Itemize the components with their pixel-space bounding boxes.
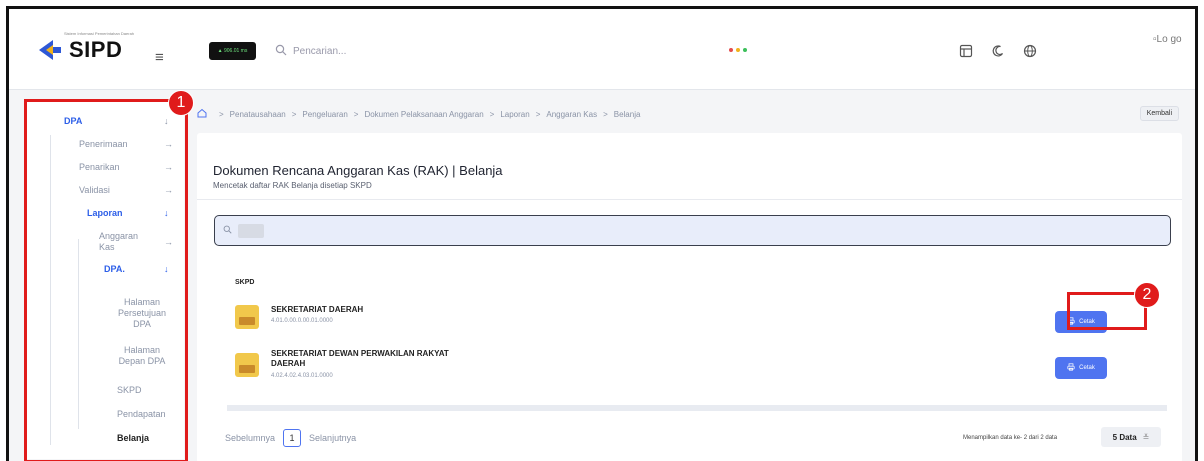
page-size-select[interactable]: 5 Data ≚	[1101, 427, 1161, 447]
dark-mode-moon-icon[interactable]	[991, 44, 1005, 61]
breadcrumb-item[interactable]: Dokumen Pelaksanaan Anggaran	[364, 110, 483, 119]
page-title: Dokumen Rencana Anggaran Kas (RAK) | Bel…	[213, 163, 503, 178]
globe-icon[interactable]	[1023, 44, 1037, 61]
breadcrumb: > Penatausahaan > Pengeluaran > Dokumen …	[197, 101, 1189, 127]
list-item: SEKRETARIAT DEWAN PERWAKILAN RAKYAT DAER…	[235, 349, 1135, 385]
toolbar-icons	[959, 44, 1037, 61]
breadcrumb-separator: >	[489, 109, 495, 119]
list-item: SEKRETARIAT DAERAH 4.01.0.00.0.00.01.000…	[235, 305, 1135, 335]
annotation-badge-1: 1	[168, 90, 194, 116]
cetak-button[interactable]: Cetak	[1055, 357, 1107, 379]
home-icon[interactable]	[197, 108, 207, 120]
avatar-alt-text: Lo go	[1156, 34, 1182, 45]
breadcrumb-separator: >	[219, 109, 224, 119]
pagination-info: Menampilkan data ke- 2 dari 2 data	[963, 435, 1058, 441]
search-icon	[275, 44, 287, 59]
annotation-badge-2: 2	[1134, 282, 1160, 308]
breadcrumb-item[interactable]: Anggaran Kas	[546, 110, 597, 119]
skpd-search-input[interactable]	[214, 215, 1171, 246]
skpd-name: SEKRETARIAT DAERAH	[271, 305, 364, 314]
breadcrumb-item-current: Belanja	[613, 109, 641, 119]
layout-icon[interactable]	[959, 44, 973, 61]
list-footer-bar	[227, 405, 1167, 411]
logo-subtext: Sistem Informasi Pemerintahan Daerah	[64, 31, 135, 36]
search-input-value	[238, 223, 264, 238]
breadcrumb-separator: >	[603, 109, 608, 119]
search-icon	[223, 225, 232, 236]
cetak-label: Cetak	[1079, 365, 1095, 371]
breadcrumb-item[interactable]: Laporan	[500, 110, 529, 119]
office-icon	[235, 305, 259, 329]
printer-icon	[1067, 363, 1075, 373]
breadcrumb-item[interactable]: Penatausahaan	[230, 110, 286, 119]
top-bar: SIPD Sistem Informasi Pemerintahan Daera…	[9, 9, 1195, 90]
page-size-value: 5 Data	[1112, 432, 1137, 442]
page-number-button[interactable]: 1	[283, 429, 302, 447]
window-dots-icon	[729, 48, 747, 52]
main-card: Dokumen Rencana Anggaran Kas (RAK) | Bel…	[197, 133, 1182, 461]
skpd-code: 4.01.0.00.0.00.01.0000	[271, 318, 333, 324]
global-search[interactable]: Pencarian...	[275, 40, 505, 62]
column-header-skpd: SKPD	[235, 279, 255, 286]
page-subtitle: Mencetak daftar RAK Belanja disetiap SKP…	[213, 181, 372, 190]
breadcrumb-separator: >	[291, 109, 297, 119]
next-page-button[interactable]: Selanjutnya	[309, 433, 356, 443]
skpd-name: SEKRETARIAT DEWAN PERWAKILAN RAKYAT DAER…	[271, 349, 449, 368]
divider	[197, 199, 1182, 200]
highlight-box-sidebar	[24, 99, 188, 461]
status-chip: ▲ 906.01 ms	[209, 42, 256, 60]
office-icon	[235, 353, 259, 377]
prev-page-button[interactable]: Sebelumnya	[225, 433, 275, 443]
avatar[interactable]: ▫Lo go	[1153, 34, 1183, 46]
sipd-logo-icon	[37, 37, 63, 63]
back-button[interactable]: Kembali	[1139, 106, 1179, 121]
logo-text: SIPD	[69, 37, 123, 62]
global-search-placeholder: Pencarian...	[293, 45, 347, 57]
hamburger-menu-icon[interactable]: ≡	[155, 49, 164, 66]
app-window: SIPD Sistem Informasi Pemerintahan Daera…	[6, 6, 1198, 461]
skpd-code: 4.02.4.02.4.03.01.0000	[271, 373, 333, 379]
breadcrumb-separator: >	[353, 109, 359, 119]
breadcrumb-item[interactable]: Pengeluaran	[302, 110, 347, 119]
pagination: Sebelumnya 1 Selanjutnya	[225, 429, 356, 447]
breadcrumb-separator: >	[535, 109, 541, 119]
logo[interactable]: SIPD	[37, 37, 122, 63]
chevron-down-icon: ≚	[1142, 432, 1150, 442]
